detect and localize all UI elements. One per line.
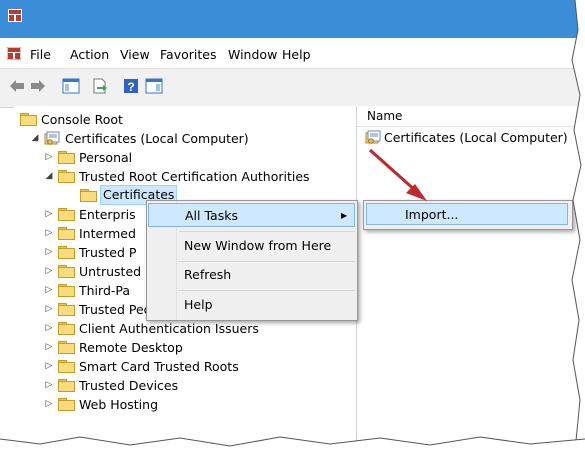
folder-icon <box>58 303 75 316</box>
menu-separator <box>179 290 355 291</box>
submenu-import[interactable]: Import... <box>366 203 568 225</box>
menu-file[interactable]: File <box>30 47 51 62</box>
show-hide-tree-icon[interactable] <box>62 77 80 95</box>
list-item-label: Certificates (Local Computer) <box>384 130 568 145</box>
folder-icon <box>58 208 75 221</box>
console-icon[interactable] <box>7 47 21 60</box>
new-window-label: New Window from Here <box>184 238 332 253</box>
expand-arrow-icon[interactable]: ▷ <box>44 261 54 282</box>
certificate-store-icon <box>44 131 60 145</box>
folder-icon <box>58 398 75 411</box>
tree-item-label: Client Authentication Issuers <box>79 321 259 336</box>
folder-icon <box>58 227 75 240</box>
expand-arrow-icon[interactable]: ▷ <box>44 375 54 396</box>
expand-arrow-icon[interactable]: ▷ <box>44 223 54 244</box>
tree-item-label: Smart Card Trusted Roots <box>79 359 239 374</box>
folder-icon <box>58 360 75 373</box>
column-header-name[interactable]: Name <box>357 106 585 127</box>
folder-icon <box>20 113 37 126</box>
tree-item-label: Enterpris <box>79 207 136 222</box>
toolbar: ? <box>0 68 585 108</box>
context-menu-help[interactable]: Help <box>147 293 357 317</box>
tree-item-label: Trusted P <box>79 245 137 260</box>
expand-arrow-icon[interactable]: ▷ <box>44 356 54 377</box>
menu-action[interactable]: Action <box>70 47 109 62</box>
tree-item-label: Untrusted <box>79 264 142 279</box>
import-label: Import... <box>405 207 459 222</box>
folder-icon <box>58 284 75 297</box>
tree-item-label: Web Hosting <box>79 397 159 412</box>
mmc-window: File Action View Favorites Window Help ? <box>0 0 585 451</box>
expand-arrow-icon[interactable]: ▷ <box>44 337 54 358</box>
tree-item-label: Personal <box>79 150 133 165</box>
context-menu: All Tasks ▶ New Window from Here Refresh… <box>146 200 358 321</box>
folder-icon <box>58 151 75 164</box>
context-menu-refresh[interactable]: Refresh <box>147 263 357 287</box>
menu-window[interactable]: Window <box>228 47 277 62</box>
menu-separator <box>179 261 355 262</box>
tree-item-label: Certificates (Local Computer) <box>65 131 249 146</box>
folder-icon <box>80 189 97 202</box>
mmc-app-icon <box>8 9 22 22</box>
expand-arrow-icon[interactable]: ▷ <box>44 204 54 225</box>
help-icon[interactable]: ? <box>122 77 140 95</box>
help-label: Help <box>184 297 213 312</box>
menu-favorites[interactable]: Favorites <box>160 47 216 62</box>
tree-item-label: Intermed <box>79 226 136 241</box>
certificate-store-icon <box>365 130 381 144</box>
svg-text:?: ? <box>127 80 134 94</box>
show-action-pane-icon[interactable] <box>145 77 163 95</box>
collapse-arrow-icon[interactable]: ◢ <box>44 166 54 187</box>
tree-item-label: Third-Pa <box>79 283 131 298</box>
folder-icon <box>58 246 75 259</box>
all-tasks-submenu: Import... <box>363 200 573 230</box>
tree-item-label: Trusted Root Certification Authorities <box>79 169 310 184</box>
folder-icon <box>58 322 75 335</box>
collapse-arrow-icon[interactable]: ◢ <box>30 128 40 149</box>
expand-arrow-icon[interactable]: ▷ <box>44 394 54 415</box>
submenu-arrow-icon: ▶ <box>341 211 348 220</box>
expand-arrow-icon[interactable]: ▷ <box>44 147 54 168</box>
folder-icon <box>58 170 75 183</box>
tree-item-label: Remote Desktop <box>79 340 183 355</box>
menu-separator <box>179 231 355 232</box>
folder-icon <box>58 265 75 278</box>
context-menu-new-window[interactable]: New Window from Here <box>147 234 357 258</box>
column-header-label: Name <box>367 109 403 123</box>
results-pane: Name Certificates (Local Computer) <box>357 106 585 451</box>
refresh-label: Refresh <box>184 267 232 282</box>
menu-help[interactable]: Help <box>282 47 311 62</box>
folder-icon <box>58 341 75 354</box>
expand-arrow-icon[interactable]: ▷ <box>44 242 54 263</box>
title-bar <box>0 0 585 38</box>
expand-arrow-icon[interactable]: ▷ <box>44 299 54 320</box>
export-list-icon[interactable] <box>91 77 109 95</box>
all-tasks-label: All Tasks <box>185 208 238 223</box>
context-menu-all-tasks[interactable]: All Tasks ▶ <box>148 203 355 227</box>
forward-arrow-icon[interactable] <box>29 77 47 95</box>
expand-arrow-icon[interactable]: ▷ <box>44 318 54 339</box>
tree-item-label: Console Root <box>41 112 123 127</box>
menu-view[interactable]: View <box>120 47 150 62</box>
expand-arrow-icon[interactable]: ▷ <box>44 280 54 301</box>
back-arrow-icon[interactable] <box>8 77 26 95</box>
menu-bar: File Action View Favorites Window Help <box>0 38 585 68</box>
folder-icon <box>58 379 75 392</box>
tree-item-label: Trusted Devices <box>79 378 179 393</box>
